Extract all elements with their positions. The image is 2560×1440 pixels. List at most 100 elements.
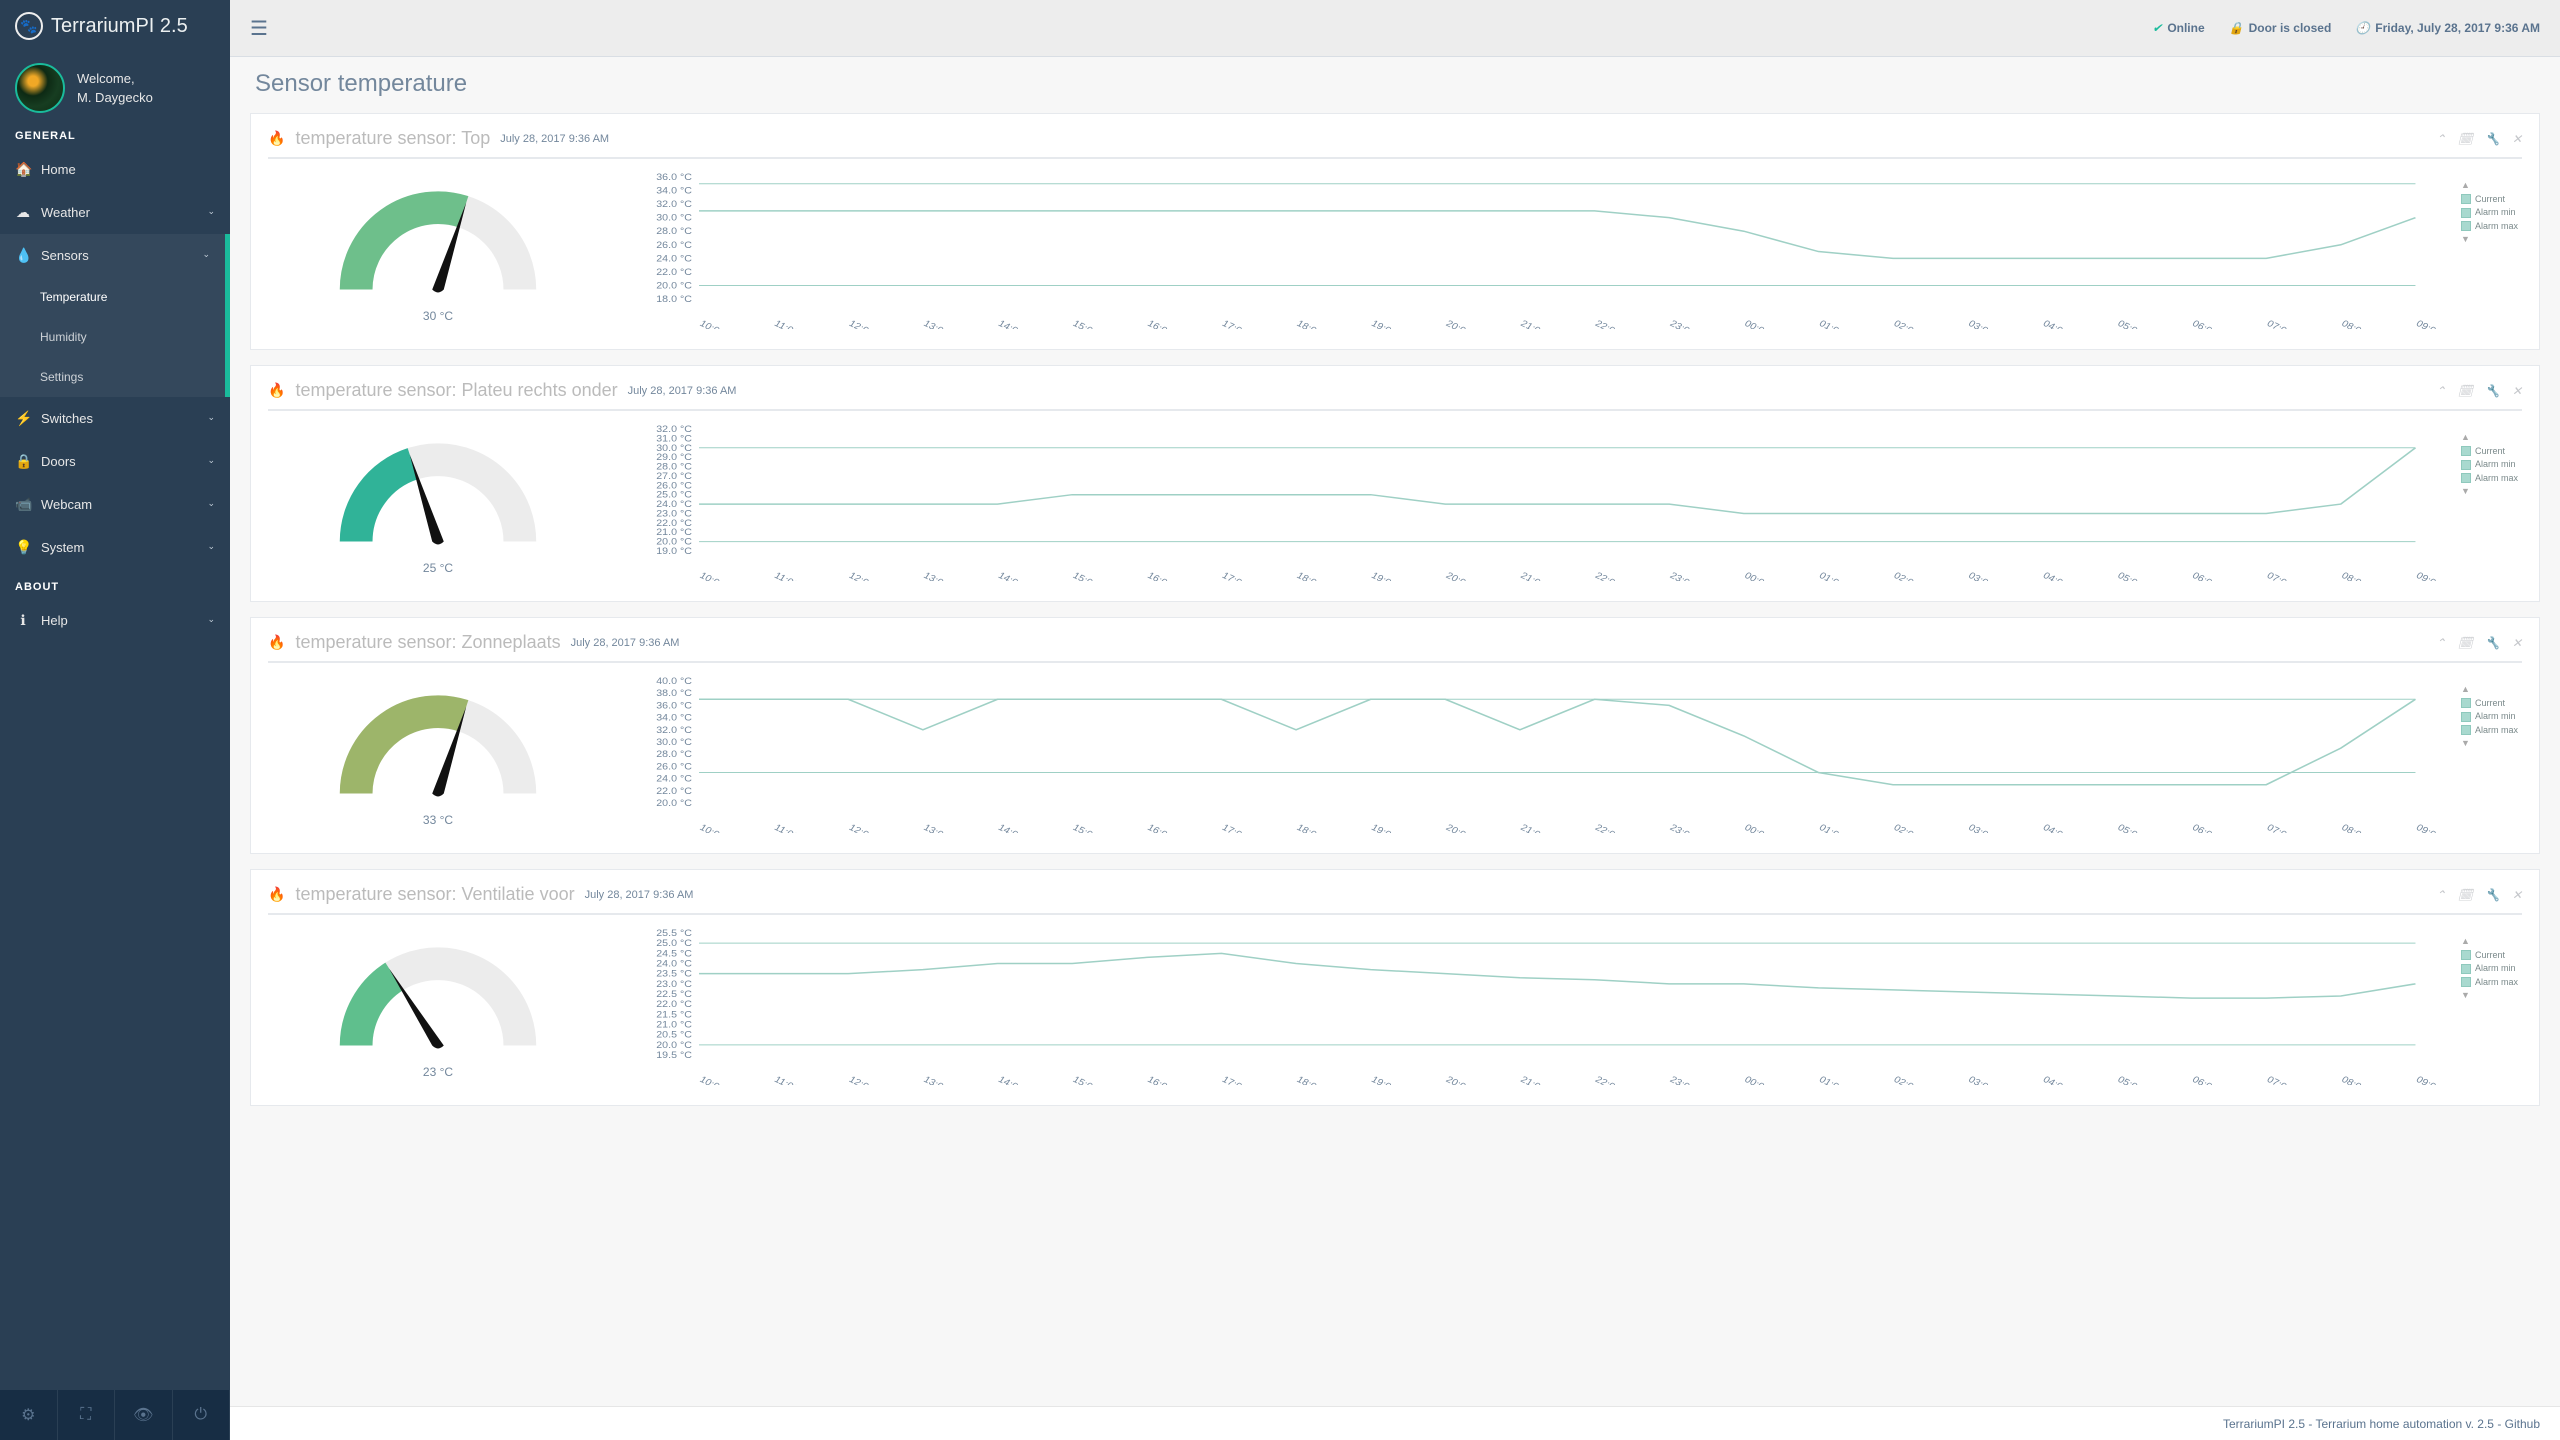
- svg-text:14:00: 14:00: [996, 319, 1026, 329]
- svg-text:20:00: 20:00: [1444, 823, 1474, 833]
- main: Sensor temperature 🔥 temperature sensor:…: [230, 0, 2560, 1161]
- calendar-button[interactable]: 🗓: [2458, 888, 2473, 902]
- nav-home[interactable]: 🏠Home: [0, 148, 230, 191]
- gauge-value: 25 °C: [423, 561, 453, 575]
- fullscreen-button[interactable]: ⛶: [58, 1390, 116, 1440]
- svg-text:01:00: 01:00: [1817, 823, 1847, 833]
- svg-text:22.0 °C: 22.0 °C: [656, 519, 692, 529]
- calendar-button[interactable]: 🗓: [2458, 132, 2473, 146]
- nav-switches[interactable]: ⚡Switches⌄: [0, 397, 230, 440]
- chart[interactable]: 19.5 °C20.0 °C20.5 °C21.0 °C21.5 °C22.0 …: [628, 925, 2522, 1090]
- status-online: ✔Online: [2152, 21, 2204, 35]
- panel-title: temperature sensor: Ventilatie voor: [295, 884, 574, 905]
- svg-text:07:00: 07:00: [2265, 823, 2295, 833]
- nav-humidity[interactable]: Humidity: [0, 317, 225, 357]
- nav-sensors[interactable]: 💧Sensors⌄: [0, 234, 225, 277]
- nav-doors[interactable]: 🔒Doors⌄: [0, 440, 230, 483]
- scroll-up-icon[interactable]: ▲: [2461, 683, 2469, 697]
- svg-text:15:00: 15:00: [1071, 319, 1101, 329]
- svg-text:09:00: 09:00: [2414, 571, 2444, 581]
- eye-button[interactable]: 👁: [115, 1390, 173, 1440]
- settings-button[interactable]: ⚙: [0, 1390, 58, 1440]
- settings-button[interactable]: 🔧: [2485, 132, 2500, 146]
- scroll-up-icon[interactable]: ▲: [2461, 179, 2469, 193]
- svg-text:22.0 °C: 22.0 °C: [656, 268, 692, 278]
- scroll-up-icon[interactable]: ▲: [2461, 431, 2469, 445]
- close-button[interactable]: ✕: [2512, 636, 2522, 650]
- wrench-icon: 🔧: [2485, 636, 2500, 650]
- brand[interactable]: 🐾 TerrariumPI 2.5: [0, 0, 230, 53]
- tint-icon: 💧: [15, 247, 31, 264]
- close-button[interactable]: ✕: [2512, 384, 2522, 398]
- settings-button[interactable]: 🔧: [2485, 888, 2500, 902]
- svg-text:14:00: 14:00: [996, 823, 1026, 833]
- nav-system[interactable]: 💡System⌄: [0, 526, 230, 569]
- fire-icon: 🔥: [268, 886, 285, 903]
- nav-weather[interactable]: ☁Weather⌄: [0, 191, 230, 234]
- svg-text:00:00: 00:00: [1742, 1075, 1772, 1085]
- svg-text:25.0 °C: 25.0 °C: [656, 490, 692, 500]
- svg-text:17:00: 17:00: [1220, 571, 1250, 581]
- chart[interactable]: 20.0 °C22.0 °C24.0 °C26.0 °C28.0 °C30.0 …: [628, 673, 2522, 838]
- svg-text:20.5 °C: 20.5 °C: [656, 1030, 692, 1040]
- svg-text:20.0 °C: 20.0 °C: [656, 1041, 692, 1051]
- collapse-button[interactable]: ⌃: [2436, 132, 2446, 146]
- svg-text:21.5 °C: 21.5 °C: [656, 1010, 692, 1020]
- settings-button[interactable]: 🔧: [2485, 636, 2500, 650]
- nav-webcam[interactable]: 📹Webcam⌄: [0, 483, 230, 526]
- svg-text:16:00: 16:00: [1145, 571, 1175, 581]
- svg-text:36.0 °C: 36.0 °C: [656, 701, 692, 711]
- chart[interactable]: 19.0 °C20.0 °C21.0 °C22.0 °C23.0 °C24.0 …: [628, 421, 2522, 586]
- svg-text:06:00: 06:00: [2190, 319, 2220, 329]
- svg-text:06:00: 06:00: [2190, 1075, 2220, 1085]
- svg-text:17:00: 17:00: [1220, 319, 1250, 329]
- calendar-button[interactable]: 🗓: [2458, 384, 2473, 398]
- svg-text:12:00: 12:00: [847, 571, 877, 581]
- svg-text:06:00: 06:00: [2190, 823, 2220, 833]
- nav-sensor-settings[interactable]: Settings: [0, 357, 225, 397]
- gauge: 25 °C: [268, 421, 608, 586]
- clock-icon: 🕘: [2355, 21, 2370, 35]
- scroll-down-icon[interactable]: ▼: [2461, 989, 2469, 1003]
- power-button[interactable]: ⏻: [173, 1390, 231, 1440]
- settings-button[interactable]: 🔧: [2485, 384, 2500, 398]
- paw-icon: 🐾: [15, 12, 43, 40]
- svg-text:20:00: 20:00: [1444, 571, 1474, 581]
- chart[interactable]: 18.0 °C20.0 °C22.0 °C24.0 °C26.0 °C28.0 …: [628, 169, 2522, 334]
- collapse-button[interactable]: ⌃: [2436, 636, 2446, 650]
- collapse-button[interactable]: ⌃: [2436, 888, 2446, 902]
- status-area: ✔Online 🔒Door is closed 🕘Friday, July 28…: [2152, 21, 2540, 35]
- chevron-down-icon: ⌄: [207, 541, 215, 552]
- sidebar: 🐾 TerrariumPI 2.5 Welcome, M. Daygecko G…: [0, 0, 230, 1440]
- collapse-button[interactable]: ⌃: [2436, 384, 2446, 398]
- calendar-button[interactable]: 🗓: [2458, 636, 2473, 650]
- svg-text:13:00: 13:00: [921, 319, 951, 329]
- svg-text:03:00: 03:00: [1966, 1075, 1996, 1085]
- svg-text:07:00: 07:00: [2265, 1075, 2295, 1085]
- footer-link[interactable]: TerrariumPI 2.5 - Terrarium home automat…: [2223, 1417, 2540, 1431]
- sensor-panel: 🔥 temperature sensor: Zonneplaats July 2…: [250, 617, 2540, 854]
- svg-text:28.0 °C: 28.0 °C: [656, 462, 692, 472]
- svg-text:16:00: 16:00: [1145, 823, 1175, 833]
- svg-text:16:00: 16:00: [1145, 319, 1175, 329]
- svg-text:20:00: 20:00: [1444, 319, 1474, 329]
- close-button[interactable]: ✕: [2512, 132, 2522, 146]
- scroll-down-icon[interactable]: ▼: [2461, 737, 2469, 751]
- sidebar-footer: ⚙ ⛶ 👁 ⏻: [0, 1390, 230, 1440]
- svg-text:19:00: 19:00: [1369, 571, 1399, 581]
- panel-time: July 28, 2017 9:36 AM: [500, 133, 609, 145]
- svg-text:04:00: 04:00: [2041, 571, 2071, 581]
- svg-text:24.0 °C: 24.0 °C: [656, 774, 692, 784]
- nav-temperature[interactable]: Temperature: [0, 277, 225, 317]
- nav-help[interactable]: ℹHelp⌄: [0, 599, 230, 642]
- svg-text:12:00: 12:00: [847, 823, 877, 833]
- scroll-down-icon[interactable]: ▼: [2461, 485, 2469, 499]
- scroll-down-icon[interactable]: ▼: [2461, 233, 2469, 247]
- close-button[interactable]: ✕: [2512, 888, 2522, 902]
- menu-toggle[interactable]: ☰: [250, 16, 268, 41]
- scroll-up-icon[interactable]: ▲: [2461, 935, 2469, 949]
- close-icon: ✕: [2512, 384, 2522, 398]
- svg-text:19:00: 19:00: [1369, 319, 1399, 329]
- panel-tools: ⌃ 🗓 🔧 ✕: [2436, 384, 2522, 398]
- username: M. Daygecko: [77, 88, 153, 108]
